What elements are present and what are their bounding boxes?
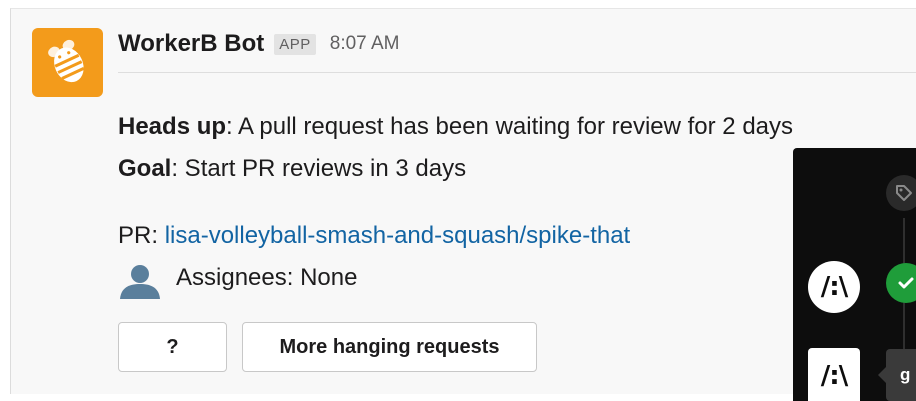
heads-up-label: Heads up: [118, 113, 227, 140]
checkmark-glyph: [898, 277, 914, 289]
tooltip: g: [886, 349, 916, 401]
pr-line: PR: lisa-volleyball-smash-and-squash/spi…: [118, 222, 630, 250]
tag-glyph: [896, 185, 912, 201]
message-header: WorkerB Bot APP 8:07 AM: [118, 28, 399, 60]
app-logo-square[interactable]: /:\: [808, 348, 860, 401]
heads-up-line: Heads up: A pull request has been waitin…: [118, 113, 793, 141]
bot-avatar[interactable]: [32, 28, 103, 97]
app-logo-glyph-square: /:\: [820, 361, 848, 391]
tooltip-arrow: [878, 367, 886, 383]
check-icon: [886, 263, 916, 303]
more-hanging-requests-button[interactable]: More hanging requests: [242, 322, 537, 372]
message-timestamp[interactable]: 8:07 AM: [330, 33, 400, 55]
app-logo-circle[interactable]: /:\: [808, 261, 860, 313]
question-button[interactable]: ?: [118, 322, 227, 372]
bee-icon: [47, 39, 84, 82]
bot-name[interactable]: WorkerB Bot: [118, 30, 264, 58]
goal-text: : Start PR reviews in 3 days: [171, 155, 467, 182]
overlay-panel: /:\ /:\ g: [793, 148, 916, 401]
goal-line: Goal: Start PR reviews in 3 days: [118, 155, 466, 183]
goal-label: Goal: [118, 155, 172, 182]
tag-icon[interactable]: [886, 175, 916, 211]
app-badge: APP: [274, 33, 316, 55]
header-divider: [118, 72, 916, 73]
pr-label: PR:: [118, 222, 165, 249]
assignees-text: Assignees: None: [176, 264, 358, 291]
app-logo-glyph: /:\: [820, 272, 848, 302]
pr-link[interactable]: lisa-volleyball-smash-and-squash/spike-t…: [165, 222, 631, 249]
heads-up-text: : A pull request has been waiting for re…: [226, 113, 794, 140]
person-icon: [120, 265, 160, 299]
